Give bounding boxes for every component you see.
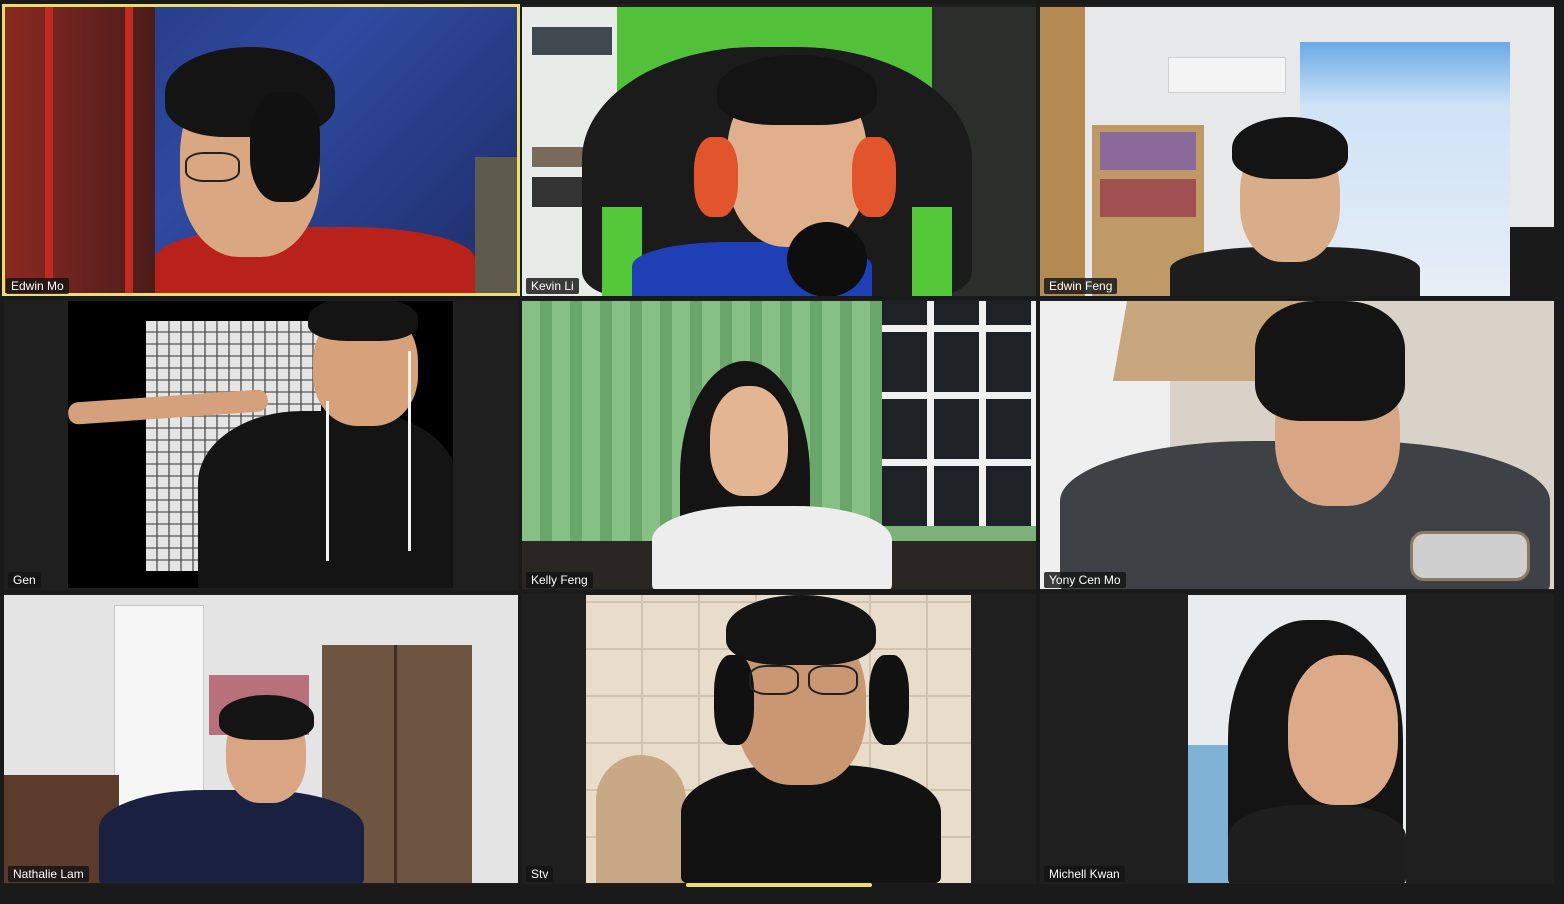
participant-name-label: Gen bbox=[8, 572, 41, 588]
participant-video bbox=[1188, 595, 1406, 883]
participant-video bbox=[1040, 301, 1554, 589]
participant-video bbox=[522, 301, 1036, 589]
participant-tile-kelly-feng[interactable]: Kelly Feng bbox=[522, 300, 1036, 590]
active-tile-indicator bbox=[686, 883, 872, 887]
participant-video bbox=[4, 595, 518, 883]
participant-video bbox=[68, 301, 453, 588]
participant-video bbox=[586, 595, 971, 883]
participant-tile-gen[interactable]: Gen bbox=[4, 300, 518, 590]
participant-tile-stv[interactable]: Stv bbox=[522, 594, 1036, 884]
participant-name-label: Stv bbox=[526, 866, 554, 882]
participant-name-label: Michell Kwan bbox=[1044, 866, 1125, 882]
participant-name-label: Kevin Li bbox=[526, 278, 579, 294]
participant-video bbox=[1040, 7, 1554, 296]
participant-name-label: Yony Cen Mo bbox=[1044, 572, 1126, 588]
participant-video bbox=[522, 7, 1036, 296]
participant-tile-edwin-mo[interactable]: Edwin Mo bbox=[2, 4, 520, 296]
participant-name-label: Kelly Feng bbox=[526, 572, 593, 588]
participant-tile-nathalie-lam[interactable]: Nathalie Lam bbox=[4, 594, 518, 884]
participant-name-label: Nathalie Lam bbox=[8, 866, 89, 882]
participant-name-label: Edwin Mo bbox=[6, 278, 69, 294]
participant-tile-edwin-feng[interactable]: Edwin Feng bbox=[1040, 4, 1554, 296]
participant-tile-yony-cen-mo[interactable]: Yony Cen Mo bbox=[1040, 300, 1554, 590]
video-gallery: Edwin Mo Kevin Li Edwin Feng Gen Kelly F… bbox=[0, 0, 1564, 904]
participant-name-label: Edwin Feng bbox=[1044, 278, 1118, 294]
participant-tile-michell-kwan[interactable]: Michell Kwan bbox=[1040, 594, 1554, 884]
participant-tile-kevin-li[interactable]: Kevin Li bbox=[522, 4, 1036, 296]
participant-video bbox=[5, 7, 517, 293]
